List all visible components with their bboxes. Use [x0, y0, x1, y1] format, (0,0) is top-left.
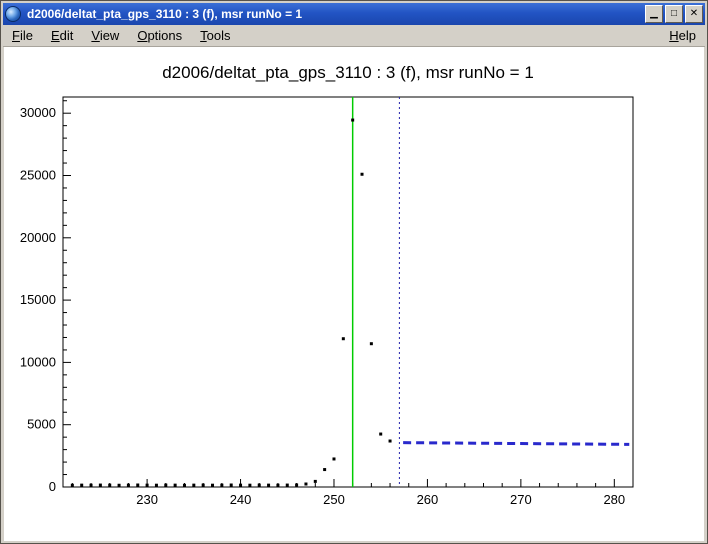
histogram-marker — [314, 480, 317, 483]
plot-frame — [63, 97, 633, 487]
annotation-lines — [353, 97, 400, 487]
histogram-marker — [248, 484, 251, 487]
histogram-marker — [80, 484, 83, 487]
histogram-marker — [155, 484, 158, 487]
menu-item-file[interactable]: File — [3, 26, 42, 45]
histogram-marker — [230, 484, 233, 487]
window-title: d2006/deltat_pta_gps_3110 : 3 (f), msr r… — [27, 7, 643, 21]
app-icon[interactable] — [5, 6, 21, 22]
menu-item-options[interactable]: Options — [128, 26, 191, 45]
menu-item-tools[interactable]: Tools — [191, 26, 239, 45]
histogram-marker — [202, 484, 205, 487]
histogram-marker — [258, 484, 261, 487]
x-tick-label: 230 — [136, 492, 158, 507]
x-axis: 230 240 250 260 270 280 — [136, 479, 625, 507]
histogram-marker — [136, 484, 139, 487]
histogram-marker — [164, 484, 167, 487]
minimize-icon: ▁ — [650, 9, 658, 19]
histogram-marker — [370, 342, 373, 345]
minimize-button[interactable]: ▁ — [645, 5, 663, 23]
menu-bar-items: FileEditViewOptionsTools — [3, 26, 240, 45]
x-tick-label: 250 — [323, 492, 345, 507]
menu-bar-help: Help — [660, 26, 705, 45]
maximize-icon: □ — [671, 9, 677, 19]
histogram-marker — [351, 119, 354, 122]
menu-item-help[interactable]: Help — [660, 26, 705, 45]
title-bar[interactable]: d2006/deltat_pta_gps_3110 : 3 (f), msr r… — [3, 3, 705, 25]
menu-bar: FileEditViewOptionsTools Help — [3, 25, 705, 47]
histogram-marker — [174, 484, 177, 487]
histogram-marker — [342, 337, 345, 340]
close-icon: ✕ — [690, 9, 698, 19]
y-axis-minor-ticks — [63, 101, 67, 475]
histogram-marker — [379, 433, 382, 436]
histogram-marker — [304, 483, 307, 486]
x-tick-label: 280 — [603, 492, 625, 507]
histogram-marker — [90, 484, 93, 487]
histogram-marker — [211, 484, 214, 487]
background-line — [403, 443, 629, 445]
histogram-marker — [389, 440, 392, 443]
chart-title-group: d2006/deltat_pta_gps_3110 : 3 (f), msr r… — [162, 63, 534, 82]
y-tick-label: 15000 — [20, 292, 56, 307]
histogram-marker — [276, 484, 279, 487]
menu-item-view[interactable]: View — [82, 26, 128, 45]
histogram-marker — [146, 484, 149, 487]
y-tick-label: 0 — [49, 479, 56, 494]
x-tick-label: 260 — [417, 492, 439, 507]
histogram-marker — [71, 484, 74, 487]
y-tick-label: 5000 — [27, 417, 56, 432]
y-tick-label: 10000 — [20, 354, 56, 369]
y-tick-label: 20000 — [20, 230, 56, 245]
plot-pad[interactable]: 230 240 250 260 270 280 0 5000 10000 15000 20000 25… — [4, 47, 704, 541]
series-histogram-data — [71, 119, 392, 487]
histogram-marker — [108, 484, 111, 487]
y-tick-label: 25000 — [20, 167, 56, 182]
histogram-marker — [183, 484, 186, 487]
close-button[interactable]: ✕ — [685, 5, 703, 23]
histogram-marker — [99, 484, 102, 487]
histogram-marker — [220, 484, 223, 487]
series-background-level — [403, 443, 629, 445]
histogram-marker — [267, 484, 270, 487]
histogram-marker — [323, 468, 326, 471]
x-tick-label: 270 — [510, 492, 532, 507]
histogram-marker — [192, 484, 195, 487]
chart-title: d2006/deltat_pta_gps_3110 : 3 (f), msr r… — [162, 63, 534, 82]
histogram-marker — [295, 483, 298, 486]
menu-item-edit[interactable]: Edit — [42, 26, 82, 45]
histogram-marker — [286, 484, 289, 487]
histogram-marker — [127, 484, 130, 487]
histogram-marker — [361, 173, 364, 176]
x-tick-label: 240 — [230, 492, 252, 507]
maximize-button[interactable]: □ — [665, 5, 683, 23]
histogram-marker — [239, 484, 242, 487]
app-window: d2006/deltat_pta_gps_3110 : 3 (f), msr r… — [0, 0, 708, 544]
plot-canvas[interactable]: 230 240 250 260 270 280 0 5000 10000 15000 20000 25… — [4, 47, 704, 541]
histogram-marker — [332, 457, 335, 460]
histogram-marker — [118, 484, 121, 487]
y-tick-label: 30000 — [20, 105, 56, 120]
